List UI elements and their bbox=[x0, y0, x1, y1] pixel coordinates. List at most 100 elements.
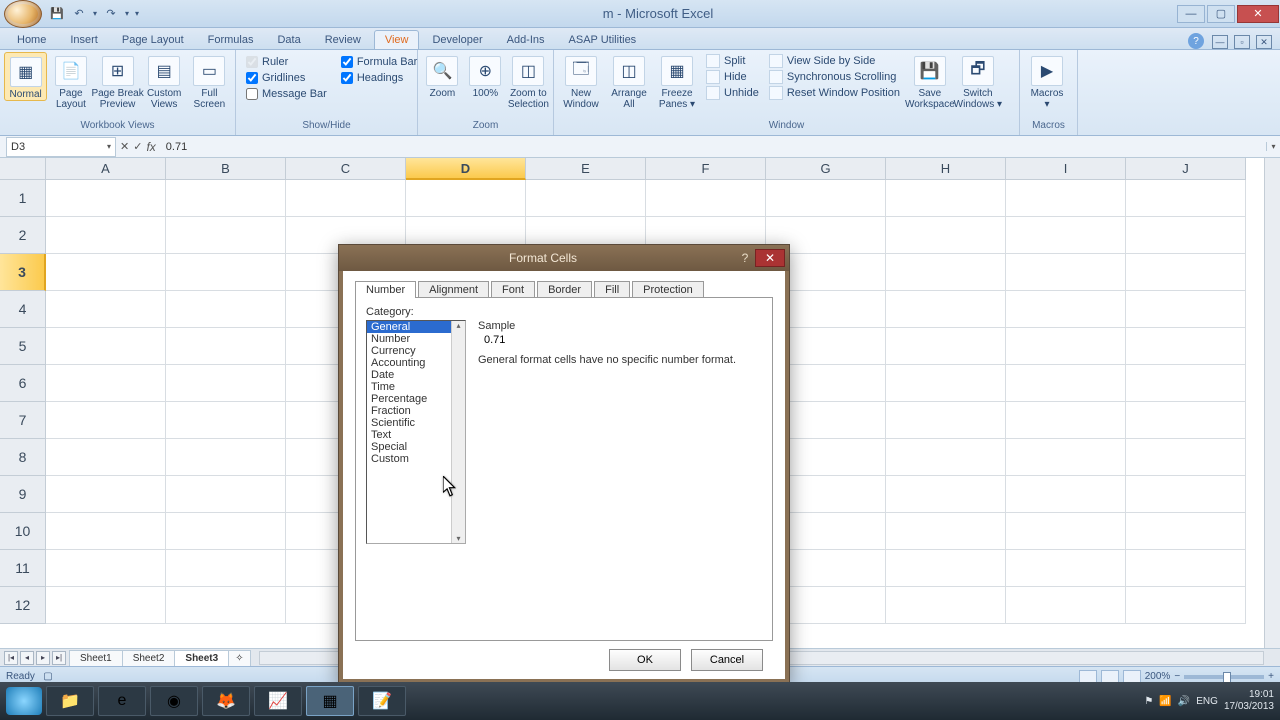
column-header-H[interactable]: H bbox=[886, 158, 1006, 180]
taskbar-chrome[interactable]: ◉ bbox=[150, 686, 198, 716]
cell-H2[interactable] bbox=[886, 217, 1006, 254]
cell-I7[interactable] bbox=[1006, 402, 1126, 439]
hide-button[interactable]: Hide bbox=[706, 70, 759, 84]
zoom-100-button[interactable]: ⊕100% bbox=[465, 52, 506, 99]
tab-addins[interactable]: Add-Ins bbox=[496, 30, 556, 49]
cell-I3[interactable] bbox=[1006, 254, 1126, 291]
sheet-tab-1[interactable]: Sheet1 bbox=[69, 650, 123, 666]
cell-B1[interactable] bbox=[166, 180, 286, 217]
cell-H7[interactable] bbox=[886, 402, 1006, 439]
cancel-formula-icon[interactable]: ✕ bbox=[120, 140, 129, 154]
cell-B6[interactable] bbox=[166, 365, 286, 402]
cell-H11[interactable] bbox=[886, 550, 1006, 587]
cell-H1[interactable] bbox=[886, 180, 1006, 217]
taskbar-firefox[interactable]: 🦊 bbox=[202, 686, 250, 716]
taskbar-explorer[interactable]: 📁 bbox=[46, 686, 94, 716]
cell-I1[interactable] bbox=[1006, 180, 1126, 217]
cell-A9[interactable] bbox=[46, 476, 166, 513]
tray-volume-icon[interactable]: 🔊 bbox=[1178, 696, 1190, 707]
sheet-tab-2[interactable]: Sheet2 bbox=[122, 650, 176, 666]
doc-close-button[interactable]: ✕ bbox=[1256, 35, 1272, 49]
cell-B9[interactable] bbox=[166, 476, 286, 513]
cell-B7[interactable] bbox=[166, 402, 286, 439]
column-header-D[interactable]: D bbox=[406, 158, 526, 180]
ruler-checkbox[interactable]: Ruler bbox=[246, 56, 327, 68]
cell-I6[interactable] bbox=[1006, 365, 1126, 402]
row-header-2[interactable]: 2 bbox=[0, 217, 46, 254]
cell-A10[interactable] bbox=[46, 513, 166, 550]
dialog-tab-fill[interactable]: Fill bbox=[594, 281, 630, 298]
tray-network-icon[interactable]: 📶 bbox=[1159, 696, 1171, 707]
column-header-I[interactable]: I bbox=[1006, 158, 1126, 180]
save-icon[interactable]: 💾 bbox=[48, 5, 66, 23]
cell-A2[interactable] bbox=[46, 217, 166, 254]
cell-D1[interactable] bbox=[406, 180, 526, 217]
macro-record-icon[interactable]: ▢ bbox=[43, 671, 52, 682]
cell-A5[interactable] bbox=[46, 328, 166, 365]
new-window-button[interactable]: 🗔New Window bbox=[558, 52, 604, 110]
tray-flag-icon[interactable]: ⚑ bbox=[1144, 696, 1153, 707]
taskbar-excel[interactable]: ▦ bbox=[306, 686, 354, 716]
cell-J4[interactable] bbox=[1126, 291, 1246, 328]
enter-formula-icon[interactable]: ✓ bbox=[133, 140, 142, 154]
column-header-E[interactable]: E bbox=[526, 158, 646, 180]
tab-formulas[interactable]: Formulas bbox=[197, 30, 265, 49]
cell-I5[interactable] bbox=[1006, 328, 1126, 365]
undo-dropdown-icon[interactable]: ▾ bbox=[92, 9, 98, 18]
name-box[interactable]: D3▾ bbox=[6, 137, 116, 157]
normal-view-button[interactable]: ▦Normal bbox=[4, 52, 47, 101]
formula-bar-checkbox[interactable]: Formula Bar bbox=[341, 56, 418, 68]
row-header-6[interactable]: 6 bbox=[0, 365, 46, 402]
save-workspace-button[interactable]: 💾Save Workspace bbox=[907, 52, 953, 110]
row-header-11[interactable]: 11 bbox=[0, 550, 46, 587]
formula-input[interactable]: 0.71 bbox=[160, 141, 1266, 153]
row-header-7[interactable]: 7 bbox=[0, 402, 46, 439]
split-button[interactable]: Split bbox=[706, 54, 759, 68]
close-button[interactable]: ✕ bbox=[1237, 5, 1279, 23]
taskbar-app2[interactable]: 📝 bbox=[358, 686, 406, 716]
cell-B11[interactable] bbox=[166, 550, 286, 587]
namebox-dropdown-icon[interactable]: ▾ bbox=[107, 142, 111, 151]
tray-clock[interactable]: 19:0117/03/2013 bbox=[1224, 689, 1274, 713]
column-header-B[interactable]: B bbox=[166, 158, 286, 180]
page-layout-button[interactable]: 📄Page Layout bbox=[49, 52, 92, 110]
row-header-8[interactable]: 8 bbox=[0, 439, 46, 476]
cell-J10[interactable] bbox=[1126, 513, 1246, 550]
cancel-button[interactable]: Cancel bbox=[691, 649, 763, 671]
tray-language[interactable]: ENG bbox=[1196, 696, 1218, 707]
start-button[interactable] bbox=[6, 687, 42, 715]
row-header-12[interactable]: 12 bbox=[0, 587, 46, 624]
zoom-selection-button[interactable]: ◫Zoom to Selection bbox=[508, 52, 549, 110]
dialog-tab-font[interactable]: Font bbox=[491, 281, 535, 298]
cell-B4[interactable] bbox=[166, 291, 286, 328]
doc-minimize-button[interactable]: — bbox=[1212, 35, 1228, 49]
taskbar-app1[interactable]: 📈 bbox=[254, 686, 302, 716]
cell-I4[interactable] bbox=[1006, 291, 1126, 328]
cell-I10[interactable] bbox=[1006, 513, 1126, 550]
redo-icon[interactable]: ↷ bbox=[102, 5, 120, 23]
row-header-4[interactable]: 4 bbox=[0, 291, 46, 328]
macros-button[interactable]: ▶Macros ▾ bbox=[1024, 52, 1070, 110]
tab-view[interactable]: View bbox=[374, 30, 420, 49]
zoom-in-button[interactable]: + bbox=[1268, 671, 1274, 682]
column-header-J[interactable]: J bbox=[1126, 158, 1246, 180]
cell-B10[interactable] bbox=[166, 513, 286, 550]
side-by-side-button[interactable]: View Side by Side bbox=[769, 54, 901, 68]
sheet-tab-3[interactable]: Sheet3 bbox=[174, 650, 229, 666]
category-listbox[interactable]: GeneralNumberCurrencyAccountingDateTimeP… bbox=[366, 320, 466, 544]
cell-J8[interactable] bbox=[1126, 439, 1246, 476]
cell-H9[interactable] bbox=[886, 476, 1006, 513]
next-sheet-button[interactable]: ▸ bbox=[36, 651, 50, 665]
tab-developer[interactable]: Developer bbox=[421, 30, 493, 49]
zoom-button[interactable]: 🔍Zoom bbox=[422, 52, 463, 99]
cell-J12[interactable] bbox=[1126, 587, 1246, 624]
cell-A11[interactable] bbox=[46, 550, 166, 587]
cell-A7[interactable] bbox=[46, 402, 166, 439]
scroll-down-icon[interactable]: ▾ bbox=[456, 534, 460, 543]
cell-E1[interactable] bbox=[526, 180, 646, 217]
column-header-A[interactable]: A bbox=[46, 158, 166, 180]
tab-insert[interactable]: Insert bbox=[59, 30, 109, 49]
dialog-tab-number[interactable]: Number bbox=[355, 281, 416, 298]
column-header-F[interactable]: F bbox=[646, 158, 766, 180]
tab-review[interactable]: Review bbox=[314, 30, 372, 49]
